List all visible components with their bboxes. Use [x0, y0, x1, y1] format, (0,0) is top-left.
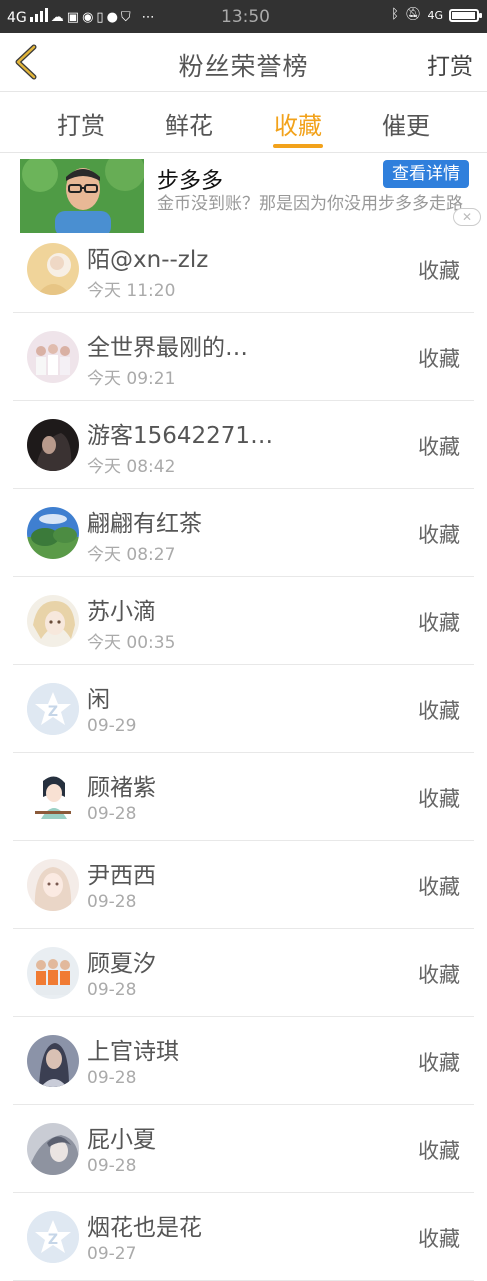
status-bar: 4G ☁ ▣ ◉ ▯ ● ⛉ ⋯ 13:50 ᛒ 🔕︎ 4G [0, 0, 487, 33]
list-item[interactable]: Z 烟花也是花 09-27 收藏 [13, 1193, 474, 1281]
ad-title: 步多多 [157, 169, 224, 194]
status-right: ᛒ 🔕︎ 4G [391, 7, 482, 23]
action-label: 收藏 [418, 875, 460, 899]
avatar[interactable] [27, 771, 79, 823]
network-label: 4G [7, 9, 27, 26]
list-item[interactable]: 游客15642271… 今天 08:42 收藏 [13, 401, 474, 489]
avatar[interactable] [27, 507, 79, 559]
cloud-icon: ☁ [50, 9, 64, 25]
list-item[interactable]: 顾褚紫 09-28 收藏 [13, 753, 474, 841]
svg-text:Z: Z [48, 1232, 58, 1248]
signal-icon [29, 8, 48, 27]
tab-urge-update[interactable]: 催更 [366, 106, 446, 141]
favorite-time: 09-28 [87, 980, 137, 1000]
tab-favorites[interactable]: 收藏 [258, 106, 338, 141]
action-label: 收藏 [418, 1051, 460, 1075]
ad-close-button[interactable]: ✕ [453, 208, 481, 226]
status-left: 4G ☁ ▣ ◉ ▯ ● ⛉ ⋯ [7, 8, 155, 27]
avatar[interactable] [27, 1123, 79, 1175]
action-label: 收藏 [418, 1139, 460, 1163]
active-tab-indicator [273, 144, 323, 148]
list-item[interactable]: 翩翩有红茶 今天 08:27 收藏 [13, 489, 474, 577]
action-label: 收藏 [418, 1227, 460, 1251]
favorite-time: 09-28 [87, 804, 137, 824]
list-item[interactable]: Z 闲 09-29 收藏 [13, 665, 474, 753]
user-name: 翩翩有红茶 [87, 511, 202, 537]
svg-text:Z: Z [48, 704, 58, 720]
avatar[interactable] [27, 243, 79, 295]
action-label: 收藏 [418, 523, 460, 547]
user-name: 上官诗琪 [87, 1039, 179, 1065]
favorite-time: 09-27 [87, 1244, 137, 1264]
avatar[interactable] [27, 947, 79, 999]
favorites-list: 陌@xn--zlz 今天 11:20 收藏 全世界最刚的… 今天 09:21 收… [0, 225, 487, 1281]
right-network-label: 4G [427, 8, 443, 22]
favorite-time: 今天 08:27 [87, 545, 176, 565]
shield-icon: ⛉ [120, 9, 131, 25]
favorite-time: 今天 08:42 [87, 457, 176, 477]
list-item[interactable]: 陌@xn--zlz 今天 11:20 收藏 [13, 225, 474, 313]
ad-banner[interactable]: 步多多 查看详情 金币没到账？那是因为你没用步多多走路 [0, 153, 487, 233]
ad-description: 金币没到账？那是因为你没用步多多走路 [157, 194, 463, 214]
favorite-time: 09-28 [87, 1156, 137, 1176]
user-name: 全世界最刚的… [87, 335, 248, 361]
action-label: 收藏 [418, 347, 460, 371]
avatar[interactable] [27, 331, 79, 383]
message-icon: ● [106, 9, 118, 25]
user-name: 尹西西 [87, 863, 156, 889]
gallery-icon: ▣ [66, 9, 80, 25]
user-name: 闲 [87, 687, 110, 713]
favorite-time: 今天 00:35 [87, 633, 176, 653]
ad-image[interactable] [20, 159, 144, 233]
avatar[interactable] [27, 419, 79, 471]
user-name: 顾褚紫 [87, 775, 156, 801]
app-header: 粉丝荣誉榜 打赏 [0, 33, 487, 92]
default-avatar-icon[interactable]: Z [27, 683, 79, 735]
favorite-time: 今天 09:21 [87, 369, 176, 389]
close-icon: ✕ [461, 210, 473, 224]
mute-icon: 🔕︎ [404, 7, 422, 22]
avatar[interactable] [27, 595, 79, 647]
ad-details-button[interactable]: 查看详情 [383, 160, 469, 188]
action-label: 收藏 [418, 435, 460, 459]
action-label: 收藏 [418, 963, 460, 987]
list-item[interactable]: 上官诗琪 09-28 收藏 [13, 1017, 474, 1105]
favorite-time: 今天 11:20 [87, 281, 176, 301]
action-label: 收藏 [418, 699, 460, 723]
list-item[interactable]: 尹西西 09-28 收藏 [13, 841, 474, 929]
user-name: 顾夏汐 [87, 951, 156, 977]
user-name: 烟花也是花 [87, 1215, 202, 1241]
tab-reward[interactable]: 打赏 [41, 106, 121, 141]
avatar[interactable] [27, 859, 79, 911]
action-label: 收藏 [418, 259, 460, 283]
list-item[interactable]: 苏小滴 今天 00:35 收藏 [13, 577, 474, 665]
user-name: 苏小滴 [87, 599, 156, 625]
status-time: 13:50 [221, 7, 270, 27]
phone-icon: ▯ [96, 9, 104, 25]
favorite-time: 09-28 [87, 1068, 137, 1088]
battery-icon [449, 8, 482, 22]
list-item[interactable]: 顾夏汐 09-28 收藏 [13, 929, 474, 1017]
tab-bar: 打赏 鲜花 收藏 催更 [0, 92, 487, 153]
tab-flowers[interactable]: 鲜花 [149, 106, 229, 141]
bluetooth-icon: ᛒ [391, 7, 399, 22]
list-item[interactable]: 全世界最刚的… 今天 09:21 收藏 [13, 313, 474, 401]
action-label: 收藏 [418, 787, 460, 811]
favorite-time: 09-28 [87, 892, 137, 912]
avatar[interactable] [27, 1035, 79, 1087]
wechat-icon: ◉ [82, 9, 94, 25]
favorite-time: 09-29 [87, 716, 137, 736]
list-item[interactable]: 屁小夏 09-28 收藏 [13, 1105, 474, 1193]
default-avatar-icon[interactable]: Z [27, 1211, 79, 1263]
user-name: 游客15642271… [87, 423, 274, 449]
user-name: 屁小夏 [87, 1127, 156, 1153]
user-name: 陌@xn--zlz [87, 247, 209, 273]
reward-button[interactable]: 打赏 [427, 47, 473, 81]
action-label: 收藏 [418, 611, 460, 635]
page-title: 粉丝荣誉榜 [178, 52, 309, 81]
more-icon: ⋯ [141, 9, 155, 25]
